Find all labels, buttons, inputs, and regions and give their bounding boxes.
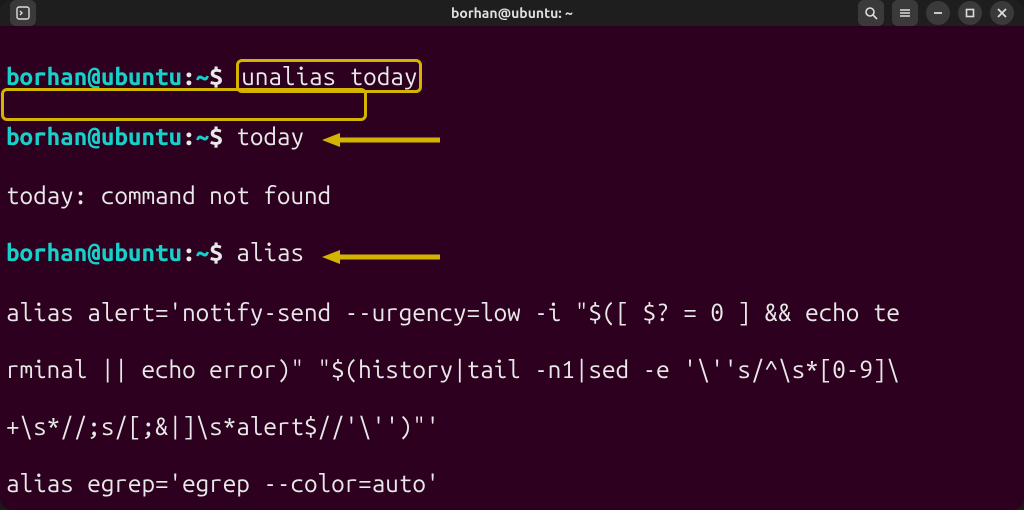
arrow-left-icon [322,247,442,267]
alias-output-line: rminal || echo error)" "$(history|tail -… [6,355,1018,384]
prompt-sep: : [182,62,196,90]
prompt-host: borhan@ubuntu [6,238,182,266]
prompt-dollar: $ [209,238,223,266]
command-text: unalias today [241,62,417,90]
prompt-sep: : [182,122,196,150]
terminal-window: borhan@ubuntu: ~ [0,0,1024,510]
prompt-line-1: borhan@ubuntu:~$ unalias today [6,59,1018,94]
search-button[interactable] [858,0,884,26]
arrow-left-icon [322,130,442,150]
arrow-annotation-1 [322,124,442,153]
prompt-dollar: $ [209,122,223,150]
terminal-area[interactable]: borhan@ubuntu:~$ unalias today borhan@ub… [0,26,1024,510]
arrow-annotation-2 [322,241,442,270]
close-button[interactable] [990,1,1014,25]
command-text: today [236,122,304,150]
command-text: alias [236,238,304,266]
maximize-button[interactable] [958,1,982,25]
hamburger-icon [898,6,912,20]
prompt-path: ~ [196,122,210,150]
new-tab-button[interactable] [10,0,36,26]
highlight-box-1: unalias today [236,59,422,94]
alias-output-line: +\s*//;s/[;&|]\s*alert$//'\'')"' [6,412,1018,441]
prompt-sep: : [182,238,196,266]
prompt-host: borhan@ubuntu [6,122,182,150]
minimize-icon [933,8,943,18]
maximize-icon [965,8,975,18]
prompt-path: ~ [196,238,210,266]
prompt-line-3: borhan@ubuntu:~$ alias [6,238,1018,269]
titlebar: borhan@ubuntu: ~ [0,0,1024,26]
error-text: today: command not found [6,181,331,209]
prompt-host: borhan@ubuntu [6,62,182,90]
output-error-line: today: command not found [6,181,1018,210]
close-icon [997,8,1007,18]
prompt-path: ~ [196,62,210,90]
alias-output-line: alias alert='notify-send --urgency=low -… [6,298,1018,327]
alias-output-line: alias egrep='egrep --color=auto' [6,469,1018,498]
search-icon [864,6,878,20]
prompt-dollar: $ [209,62,223,90]
prompt-line-2: borhan@ubuntu:~$ today [6,122,1018,153]
terminal-icon [16,6,30,20]
menu-button[interactable] [892,0,918,26]
minimize-button[interactable] [926,1,950,25]
